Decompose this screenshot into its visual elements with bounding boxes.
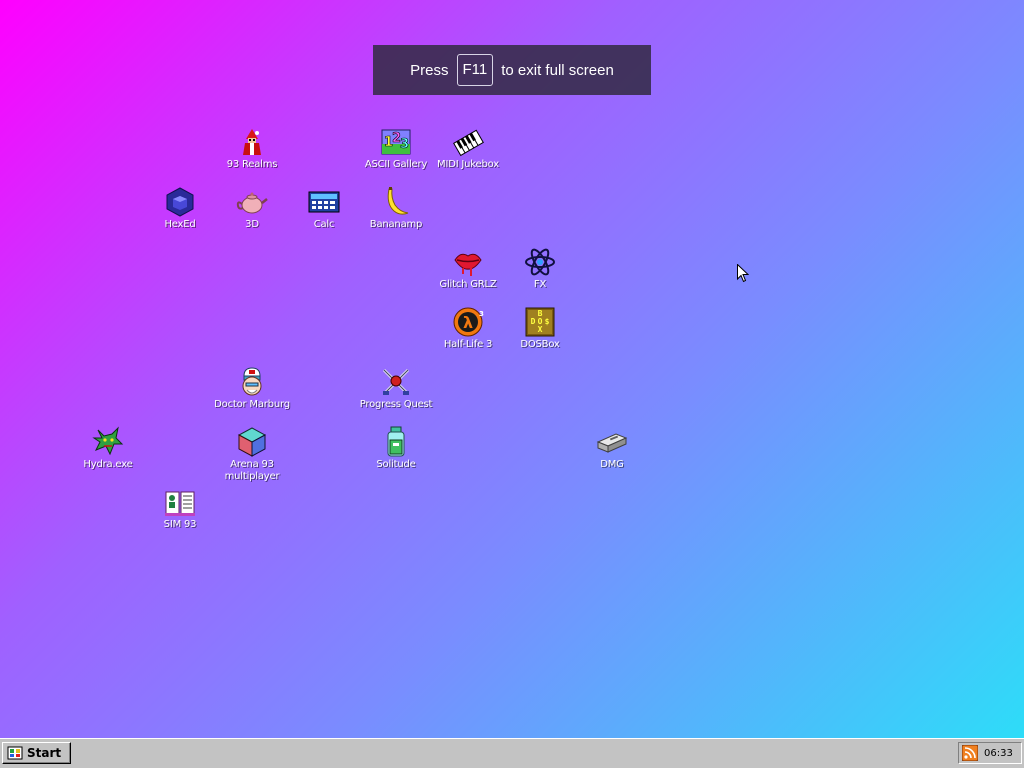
desktop-icon-dmg[interactable]: DMG [574, 426, 650, 471]
dosbox-icon: B D O $ X [525, 307, 555, 337]
desktop-icon-label: 93 Realms [226, 159, 278, 170]
desktop-icon-half-life-3[interactable]: λ 3 Half-Life 3 [430, 306, 506, 351]
desktop-icon-label: FX [533, 279, 547, 290]
desktop-icon-fx[interactable]: FX [502, 246, 578, 291]
clock[interactable]: 06:33 [984, 748, 1013, 759]
dragon-icon [92, 426, 124, 456]
ascii-123-icon: 1 2 3 [381, 129, 411, 155]
taskbar: Start 06:33 [0, 738, 1024, 768]
desktop-icon-label: Solitude [376, 459, 416, 470]
mouse-pointer-icon [737, 264, 749, 283]
fullscreen-notice: Press F11 to exit full screen [373, 45, 651, 95]
start-logo-icon [7, 746, 23, 760]
system-tray: 06:33 [958, 742, 1022, 764]
desktop-icon-ascii-gallery[interactable]: 1 2 3 ASCII Gallery [358, 126, 434, 171]
desktop-icon-dosbox[interactable]: B D O $ X DOSBox [502, 306, 578, 351]
desktop-icon-label: ASCII Gallery [364, 159, 428, 170]
svg-text:3: 3 [400, 137, 409, 152]
desktop-icon-label: Half-Life 3 [443, 339, 493, 350]
desktop-icon-3d[interactable]: 3D [214, 186, 290, 231]
disk-drive-icon [596, 433, 628, 453]
desktop-icon-label: Glitch GRLZ [439, 279, 497, 290]
desktop-icon-label: Calc [313, 219, 335, 230]
desktop-icon-arena-93-multiplayer[interactable]: Arena 93 multiplayer [214, 426, 290, 483]
crossed-swords-icon [382, 368, 410, 395]
desktop-icon-calc[interactable]: Calc [286, 186, 362, 231]
desktop-icon-progress-quest[interactable]: Progress Quest [358, 366, 434, 411]
fullscreen-notice-press: Press [410, 61, 449, 79]
desktop-icon-bananamp[interactable]: Bananamp [358, 186, 434, 231]
calculator-icon [308, 191, 340, 213]
f11-key: F11 [456, 54, 494, 86]
desktop-icon-label: Hydra.exe [83, 459, 133, 470]
desktop-icon-sim-93[interactable]: SIM 93 [142, 486, 218, 531]
desktop-icon-label: DOSBox [520, 339, 560, 350]
desktop-icon-label: 3D [245, 219, 259, 230]
desktop-icon-midi-jukebox[interactable]: MIDI Jukebox [430, 126, 506, 171]
desktop-icon-label: SIM 93 [163, 519, 197, 530]
svg-text:D: D [531, 317, 536, 326]
banana-icon [387, 187, 409, 215]
desktop-icon-93-realms[interactable]: 93 Realms [214, 126, 290, 171]
desktop-icon-label: MIDI Jukebox [437, 159, 499, 170]
desktop-icon-label: HexEd [164, 219, 196, 230]
svg-text:λ: λ [463, 313, 473, 332]
desktop-icon-label: DMG [600, 459, 624, 470]
desktop-icon-glitch-grlz[interactable]: Glitch GRLZ [430, 246, 506, 291]
blue-cube-icon [166, 187, 194, 217]
lambda-icon: λ 3 [453, 307, 484, 337]
desktop-icon-hexed[interactable]: HexEd [142, 186, 218, 231]
desktop-icon-label: Arena 93 multiplayer [224, 459, 280, 482]
color-cube-icon [237, 427, 267, 457]
atom-icon [525, 248, 555, 276]
fullscreen-notice-suffix: to exit full screen [501, 61, 614, 79]
desktop-icon-label: Progress Quest [359, 399, 433, 410]
desktop-icon-solitude[interactable]: Solitude [358, 426, 434, 471]
desktop-icon-label: Doctor Marburg [214, 399, 290, 410]
svg-text:3: 3 [479, 310, 484, 318]
teapot-icon [236, 192, 268, 214]
start-label: Start [27, 746, 62, 760]
start-button[interactable]: Start [2, 742, 71, 764]
red-mage-icon [243, 129, 261, 155]
desktop-icon-hydra[interactable]: Hydra.exe [70, 426, 146, 471]
doctor-icon [242, 367, 262, 396]
rss-feed-icon[interactable] [962, 745, 978, 761]
open-book-icon [165, 491, 195, 516]
lips-icon [454, 253, 482, 276]
jar-icon [387, 426, 405, 457]
svg-text:$: $ [545, 317, 550, 326]
piano-keys-icon [453, 129, 484, 157]
desktop-icon-label: Bananamp [369, 219, 423, 230]
desktop-icon-doctor-marburg[interactable]: Doctor Marburg [214, 366, 290, 411]
svg-text:X: X [538, 325, 543, 334]
